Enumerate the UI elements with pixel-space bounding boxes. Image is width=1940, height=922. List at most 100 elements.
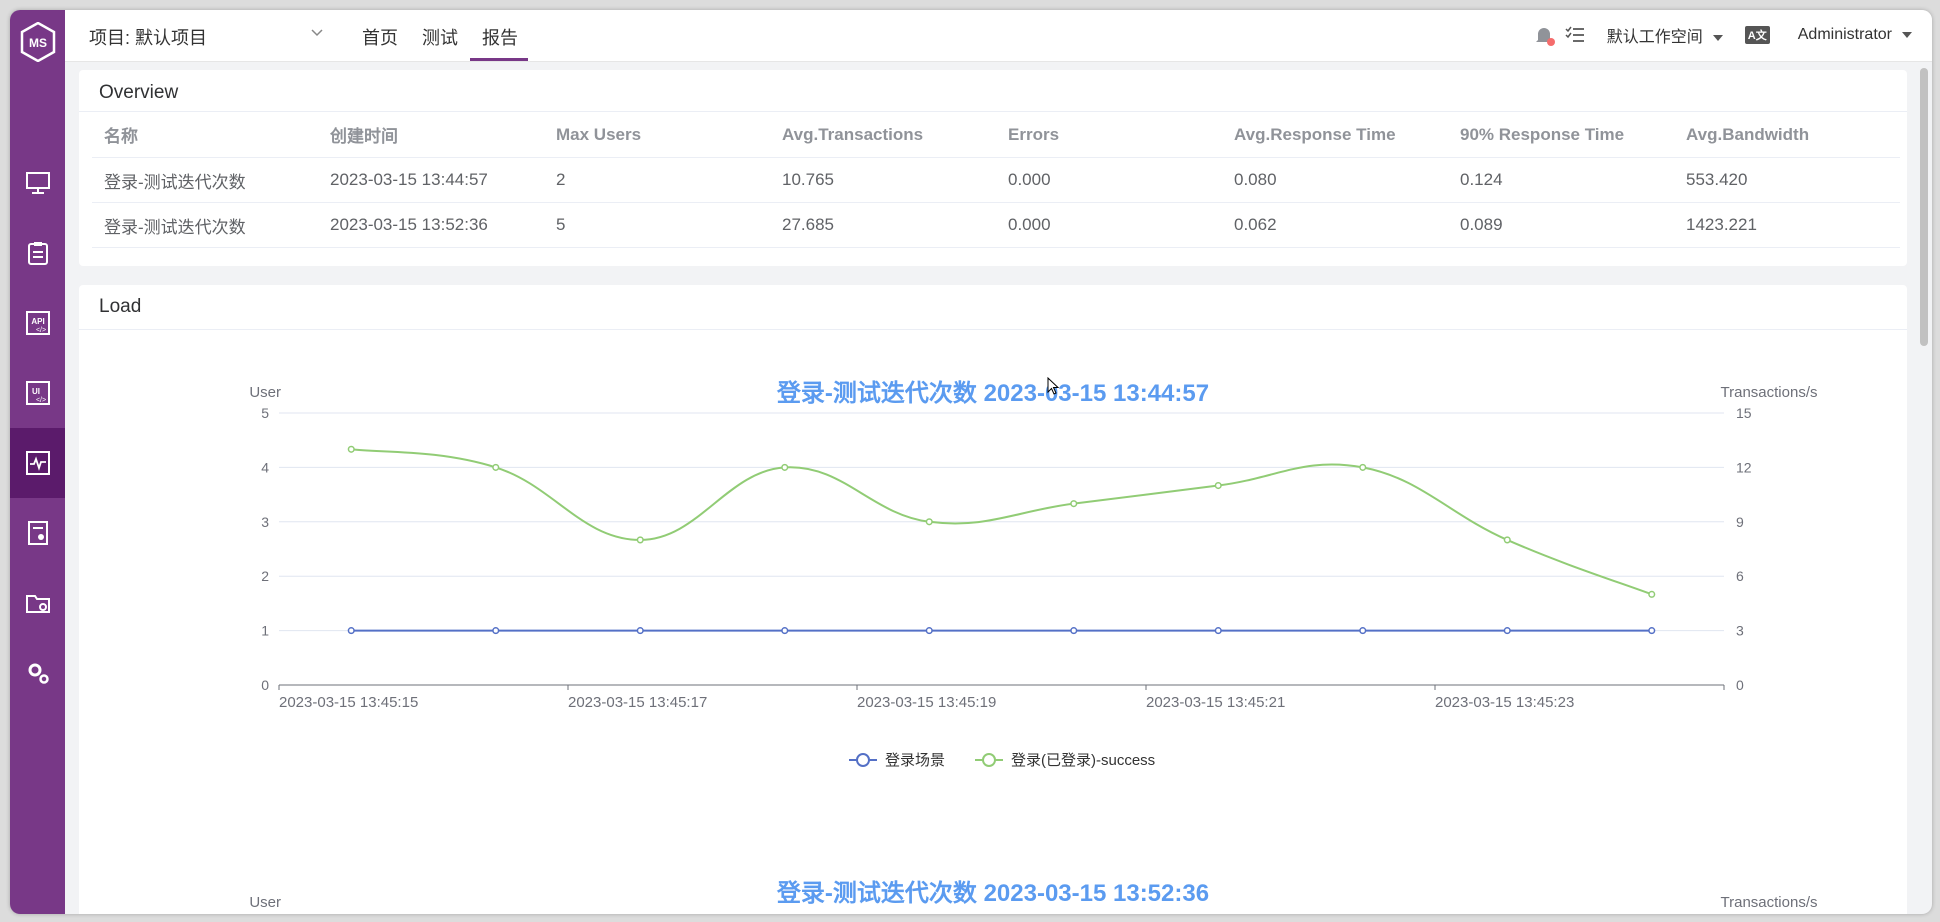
sidebar-item-performance[interactable] xyxy=(10,428,65,498)
table-cell: 0.062 xyxy=(1222,202,1448,248)
table-row[interactable]: 登录-测试迭代次数 2023-03-15 13:44:57 2 10.765 0… xyxy=(92,157,1900,203)
data-point xyxy=(1070,500,1078,508)
ms-logo: MS xyxy=(20,22,56,62)
y-tick-label: 5 xyxy=(261,405,269,421)
mouse-cursor-icon xyxy=(1047,377,1060,395)
svg-text:API: API xyxy=(31,317,44,326)
legend-label: 登录场景 xyxy=(885,752,945,769)
caret-down-icon xyxy=(1902,31,1912,38)
table-cell: 2023-03-15 13:44:57 xyxy=(318,157,544,203)
y-tick-label: 2 xyxy=(261,568,269,584)
column-header: 创建时间 xyxy=(318,112,544,158)
report-icon xyxy=(27,521,48,545)
table-cell: 0.089 xyxy=(1448,202,1674,248)
overview-card: Overview 名称 创建时间 Max Users Avg.Transacti… xyxy=(79,70,1907,266)
tab-home[interactable]: 首页 xyxy=(362,24,398,50)
caret-down-icon xyxy=(1712,34,1723,41)
y2-tick-label: 6 xyxy=(1736,568,1744,584)
data-point xyxy=(1359,627,1367,635)
data-point xyxy=(1214,481,1222,490)
y-axis-title: User xyxy=(249,384,281,401)
y-tick-label: 3 xyxy=(261,514,269,530)
top-navbar: 项目: 默认项目 首页 测试 报告 默认工作空间 A文 Administrato… xyxy=(65,10,1932,62)
table-cell: 10.765 xyxy=(770,157,996,203)
x-tick-label: 2023-03-15 13:45:23 xyxy=(1435,694,1574,711)
table-cell: 27.685 xyxy=(770,202,996,248)
tab-test[interactable]: 测试 xyxy=(422,24,458,50)
x-tick-label: 2023-03-15 13:45:17 xyxy=(568,694,707,711)
data-point xyxy=(925,518,933,526)
table-header-row: 名称 创建时间 Max Users Avg.Transactions Error… xyxy=(92,112,1900,158)
y-tick-label: 4 xyxy=(261,459,269,475)
x-tick-label: 2023-03-15 13:45:21 xyxy=(1146,694,1285,711)
data-point xyxy=(1648,627,1656,635)
sidebar-item-project-settings[interactable] xyxy=(10,568,65,638)
data-point xyxy=(492,627,500,635)
load-card: Load 登录-测试迭代次数 2023-03-15 13:44:57 User T… xyxy=(79,285,1907,914)
workspace-label: 默认工作空间 xyxy=(1606,29,1703,46)
performance-icon xyxy=(25,451,50,475)
table-cell: 553.420 xyxy=(1674,157,1900,203)
x-tick-label: 2023-03-15 13:45:15 xyxy=(279,694,418,711)
y2-tick-label: 0 xyxy=(1736,677,1744,693)
data-point xyxy=(1070,627,1078,635)
sidebar-item-test-tracking[interactable] xyxy=(10,218,65,288)
load-chart-2[interactable]: UserTransactions/s1080 xyxy=(79,875,1907,914)
user-menu[interactable]: Administrator xyxy=(1798,26,1912,44)
column-header: Max Users xyxy=(544,112,770,158)
table-cell: 2023-03-15 13:52:36 xyxy=(318,202,544,248)
table-cell: 5 xyxy=(544,202,770,248)
ui-icon: UI</> xyxy=(25,381,50,405)
clipboard-icon xyxy=(27,242,48,265)
data-point xyxy=(492,463,500,471)
column-header: Avg.Response Time xyxy=(1222,112,1448,158)
data-point xyxy=(1214,627,1222,635)
sidebar-item-api[interactable]: API </> xyxy=(10,288,65,358)
app-window: MS API </> UI </> 项目: 默认项目 首页 测试 报告 默认工作… xyxy=(10,10,1932,914)
chevron-down-icon[interactable] xyxy=(310,28,324,38)
table-cell: 0.000 xyxy=(996,202,1222,248)
header-tools: 默认工作空间 A文 Administrator xyxy=(1533,22,1912,48)
project-selector[interactable]: 项目: 默认项目 xyxy=(89,24,207,50)
y-axis-title: User xyxy=(249,894,281,911)
x-tick-label: 2023-03-15 13:45:19 xyxy=(857,694,996,711)
user-name: Administrator xyxy=(1797,26,1892,43)
y2-tick-label: 15 xyxy=(1736,405,1752,421)
sidebar-item-system-settings[interactable] xyxy=(10,638,65,708)
y2-axis-title: Transactions/s xyxy=(1721,894,1818,911)
y-tick-label: 0 xyxy=(261,677,269,693)
sidebar-item-ui[interactable]: UI </> xyxy=(10,358,65,428)
column-header: 90% Response Time xyxy=(1448,112,1674,158)
data-point xyxy=(925,627,933,635)
language-switch[interactable]: A文 xyxy=(1744,26,1770,44)
gears-icon xyxy=(28,663,49,684)
data-point xyxy=(347,627,355,635)
sidebar: MS API </> UI </> xyxy=(10,10,65,914)
column-header: 名称 xyxy=(92,112,318,158)
sidebar-item-workstation[interactable] xyxy=(10,148,65,218)
svg-text:</>: </> xyxy=(35,327,45,334)
table-row[interactable]: 登录-测试迭代次数 2023-03-15 13:52:36 5 27.685 0… xyxy=(92,202,1900,248)
data-point xyxy=(1648,590,1656,598)
data-point xyxy=(347,445,355,453)
column-header: Avg.Transactions xyxy=(770,112,996,158)
data-point xyxy=(1503,536,1511,544)
overview-title: Overview xyxy=(99,82,179,103)
table-cell: 0.000 xyxy=(996,157,1222,203)
overview-table: 名称 创建时间 Max Users Avg.Transactions Error… xyxy=(92,112,1900,248)
api-icon: API</> xyxy=(25,311,50,335)
load-chart[interactable]: User Transactions/s012345036912152023-03-… xyxy=(79,375,1907,795)
y2-tick-label: 3 xyxy=(1736,623,1744,639)
svg-text:MS: MS xyxy=(29,36,47,50)
workspace-selector[interactable]: 默认工作空间 xyxy=(1607,23,1723,47)
sidebar-item-report[interactable] xyxy=(10,498,65,568)
tab-report[interactable]: 报告 xyxy=(482,24,518,50)
y2-tick-label: 12 xyxy=(1736,459,1752,475)
legend-marker xyxy=(856,753,870,767)
scrollbar[interactable] xyxy=(1920,68,1928,346)
task-list-icon[interactable] xyxy=(1565,25,1585,45)
divider xyxy=(79,329,1907,330)
notification-bell-icon[interactable] xyxy=(1533,24,1555,46)
active-tab-indicator xyxy=(470,58,528,61)
table-cell: 1423.221 xyxy=(1674,202,1900,248)
